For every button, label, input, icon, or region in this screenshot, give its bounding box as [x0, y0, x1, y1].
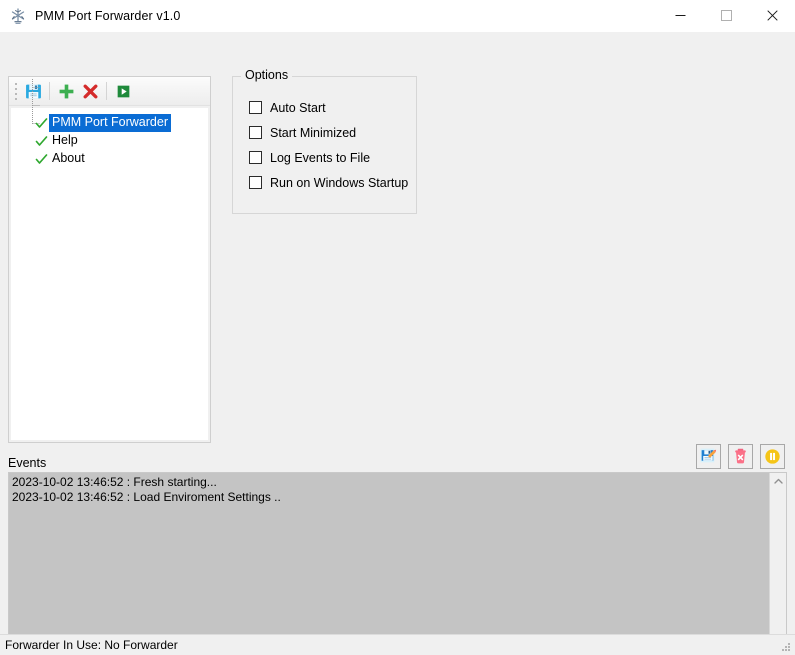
tree-item-label: About: [52, 151, 85, 165]
save-icon[interactable]: [21, 79, 45, 103]
checkbox-label: Log Events to File: [270, 150, 371, 165]
status-text: Forwarder In Use: No Forwarder: [5, 638, 178, 652]
window-controls: [657, 0, 795, 32]
forwarder-tree-panel: PMM Port Forwarder Help About: [8, 76, 211, 443]
tree-item-about[interactable]: About: [11, 150, 208, 168]
tree-item-label: PMM Port Forwarder: [49, 114, 171, 132]
events-toolbar: [696, 444, 785, 469]
checkbox-box[interactable]: [249, 151, 262, 164]
app-snowflake-icon: [9, 7, 27, 25]
checkbox-run-on-windows-startup[interactable]: Run on Windows Startup: [249, 170, 416, 195]
scroll-up-icon[interactable]: [770, 473, 787, 490]
toolbar-separator: [106, 82, 107, 100]
green-check-icon: [33, 135, 49, 148]
checkbox-auto-start[interactable]: Auto Start: [249, 95, 416, 120]
checkbox-box[interactable]: [249, 101, 262, 114]
start-icon[interactable]: [111, 79, 135, 103]
event-line: 2023-10-02 13:46:52 : Fresh starting...: [12, 475, 217, 489]
tree-toolbar: [9, 77, 210, 106]
options-groupbox: Options Auto Start Start Minimized Log E…: [232, 68, 417, 214]
main-content: PMM Port Forwarder Help About Options Au…: [0, 32, 795, 655]
maximize-button[interactable]: [703, 0, 749, 32]
events-list[interactable]: 2023-10-02 13:46:52 : Fresh starting... …: [9, 473, 769, 655]
checkbox-box[interactable]: [249, 126, 262, 139]
checkbox-box[interactable]: [249, 176, 262, 189]
toolbar-separator: [49, 82, 50, 100]
green-check-icon: [33, 117, 49, 130]
resize-grip[interactable]: [779, 640, 792, 653]
tree-item-pmm-port-forwarder[interactable]: PMM Port Forwarder: [11, 114, 208, 132]
delete-icon[interactable]: [78, 79, 102, 103]
green-check-icon: [33, 153, 49, 166]
clear-log-icon[interactable]: [728, 444, 753, 469]
checkbox-label: Auto Start: [270, 100, 326, 115]
checkbox-label: Start Minimized: [270, 125, 357, 140]
title-bar: PMM Port Forwarder v1.0: [0, 0, 795, 32]
tree-item-label: Help: [52, 133, 78, 147]
add-icon[interactable]: [54, 79, 78, 103]
checkbox-start-minimized[interactable]: Start Minimized: [249, 120, 416, 145]
events-scrollbar[interactable]: [769, 473, 786, 655]
minimize-button[interactable]: [657, 0, 703, 32]
status-bar: Forwarder In Use: No Forwarder: [0, 634, 795, 655]
close-button[interactable]: [749, 0, 795, 32]
drag-grip[interactable]: [12, 81, 19, 101]
pause-log-icon[interactable]: [760, 444, 785, 469]
window-title: PMM Port Forwarder v1.0: [35, 8, 181, 23]
checkbox-label: Run on Windows Startup: [270, 175, 409, 190]
tree-item-help[interactable]: Help: [11, 132, 208, 150]
forwarder-tree[interactable]: PMM Port Forwarder Help About: [11, 79, 208, 440]
application-window: PMM Port Forwarder v1.0 PMM Port Forward…: [0, 0, 795, 655]
options-groupbox-title: Options: [241, 68, 293, 82]
events-label: Events: [8, 456, 47, 470]
save-log-icon[interactable]: [696, 444, 721, 469]
event-line: 2023-10-02 13:46:52 : Load Enviroment Se…: [12, 490, 281, 504]
events-panel: 2023-10-02 13:46:52 : Fresh starting... …: [8, 472, 787, 655]
checkbox-log-events-to-file[interactable]: Log Events to File: [249, 145, 416, 170]
